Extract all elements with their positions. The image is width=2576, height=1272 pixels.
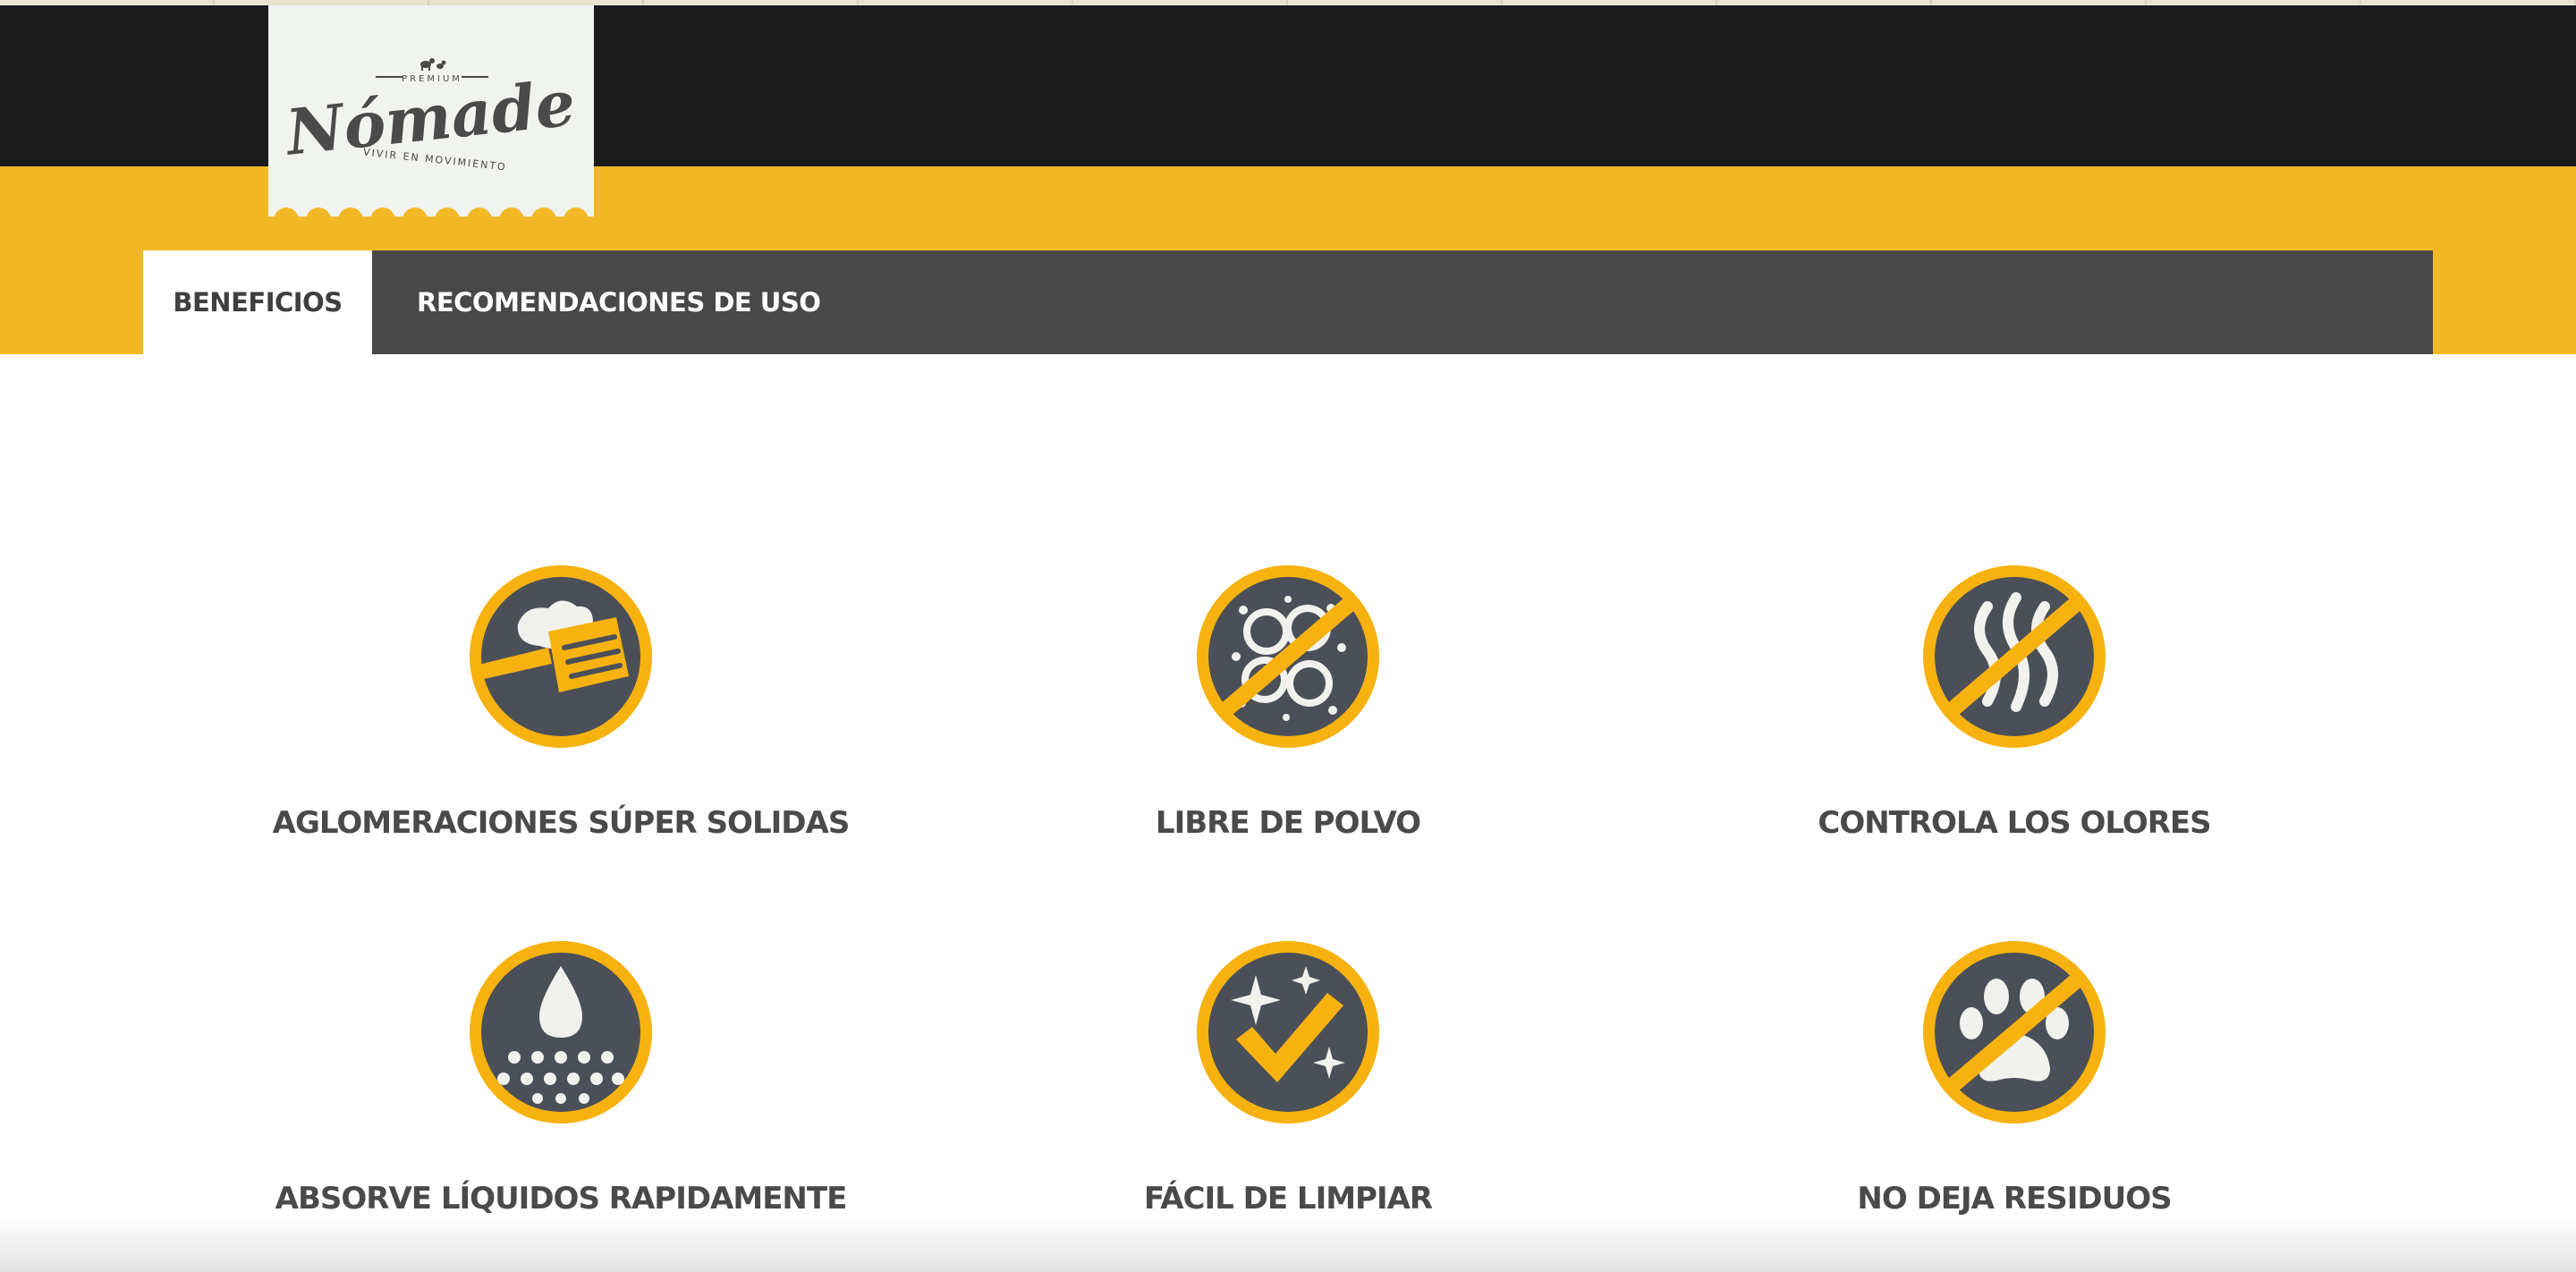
- product-tabs: BENEFICIOS RECOMENDACIONES DE USO: [143, 250, 2433, 354]
- scoop-clump-icon: [470, 565, 652, 748]
- benefit-item: FÁCIL DE LIMPIAR: [925, 939, 1651, 1217]
- benefit-label: LIBRE DE POLVO: [1155, 805, 1421, 841]
- benefit-item: ABSORVE LÍQUIDOS RAPIDAMENTE: [198, 939, 924, 1217]
- benefit-item: NO DEJA RESIDUOS: [1651, 939, 2377, 1217]
- bottom-shadow: [0, 1217, 2576, 1272]
- benefit-label: CONTROLA LOS OLORES: [1818, 805, 2211, 841]
- benefit-item: AGLOMERACIONES SÚPER SOLIDAS: [198, 558, 924, 841]
- sparkle-check-icon: [1197, 941, 1379, 1124]
- no-dust-icon: [1197, 565, 1379, 748]
- no-paw-residue-icon: [1923, 941, 2106, 1124]
- benefit-item: CONTROLA LOS OLORES: [1651, 558, 2377, 841]
- benefit-item: LIBRE DE POLVO: [925, 558, 1651, 841]
- no-odor-icon: [1923, 565, 2106, 748]
- animals-icon: [420, 58, 446, 71]
- benefit-label: FÁCIL DE LIMPIAR: [1143, 1181, 1433, 1217]
- benefit-label: ABSORVE LÍQUIDOS RAPIDAMENTE: [275, 1181, 848, 1217]
- benefit-label: AGLOMERACIONES SÚPER SOLIDAS: [272, 805, 851, 841]
- tab-recomendaciones[interactable]: RECOMENDACIONES DE USO: [372, 250, 867, 354]
- brand-logo[interactable]: PREMIUM Nómade VIVIR EN MOVIMIENTO: [268, 5, 594, 216]
- benefit-label: NO DEJA RESIDUOS: [1857, 1181, 2172, 1217]
- liquid-drop-icon: [470, 941, 652, 1124]
- tab-beneficios[interactable]: BENEFICIOS: [143, 250, 372, 354]
